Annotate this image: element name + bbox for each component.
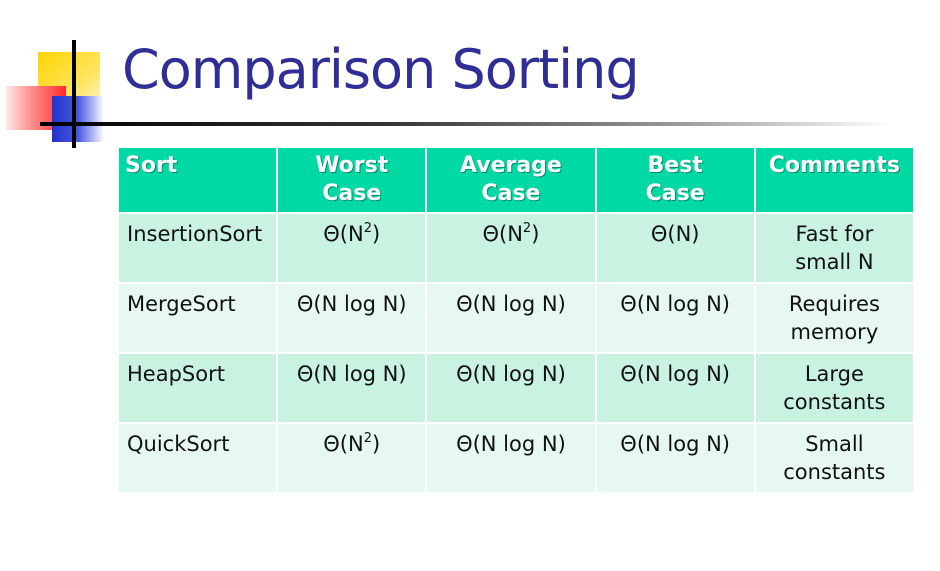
cell-best-case: Θ(N log N): [596, 424, 754, 492]
cell-average-case: Θ(N log N): [427, 424, 595, 492]
cell-worst-case: Θ(N log N): [278, 284, 426, 352]
cell-worst-case: Θ(N2): [278, 214, 426, 282]
table-row: InsertionSort Θ(N2) Θ(N2) Θ(N) Fast for …: [119, 214, 913, 282]
cell-comments: Fast for small N: [755, 214, 913, 282]
header-best-case: Best Case: [596, 148, 754, 212]
vertical-line-decoration: [72, 40, 76, 148]
table-header-row: Sort Worst Case Average Case Best Case C…: [119, 148, 913, 212]
cell-comments: Small constants: [755, 424, 913, 492]
table-row: QuickSort Θ(N2) Θ(N log N) Θ(N log N) Sm…: [119, 424, 913, 492]
cell-best-case: Θ(N): [596, 214, 754, 282]
table-row: MergeSort Θ(N log N) Θ(N log N) Θ(N log …: [119, 284, 913, 352]
cell-average-case: Θ(N log N): [427, 284, 595, 352]
cell-worst-case: Θ(N2): [278, 424, 426, 492]
cell-worst-case: Θ(N log N): [278, 354, 426, 422]
table-row: HeapSort Θ(N log N) Θ(N log N) Θ(N log N…: [119, 354, 913, 422]
cell-sort-name: MergeSort: [119, 284, 277, 352]
cell-sort-name: InsertionSort: [119, 214, 277, 282]
cell-sort-name: QuickSort: [119, 424, 277, 492]
decorative-logo: [0, 0, 130, 150]
cell-average-case: Θ(N log N): [427, 354, 595, 422]
blue-square-decoration: [52, 96, 104, 142]
cell-comments: Large constants: [755, 354, 913, 422]
sorting-comparison-table: Sort Worst Case Average Case Best Case C…: [117, 146, 915, 494]
cell-comments: Requires memory: [755, 284, 913, 352]
header-sort: Sort: [119, 148, 277, 212]
header-worst-case: Worst Case: [278, 148, 426, 212]
cell-best-case: Θ(N log N): [596, 284, 754, 352]
cell-sort-name: HeapSort: [119, 354, 277, 422]
header-comments: Comments: [755, 148, 913, 212]
cell-best-case: Θ(N log N): [596, 354, 754, 422]
slide-title: Comparison Sorting: [122, 38, 640, 101]
cell-average-case: Θ(N2): [427, 214, 595, 282]
header-average-case: Average Case: [427, 148, 595, 212]
title-underline: [40, 122, 890, 126]
